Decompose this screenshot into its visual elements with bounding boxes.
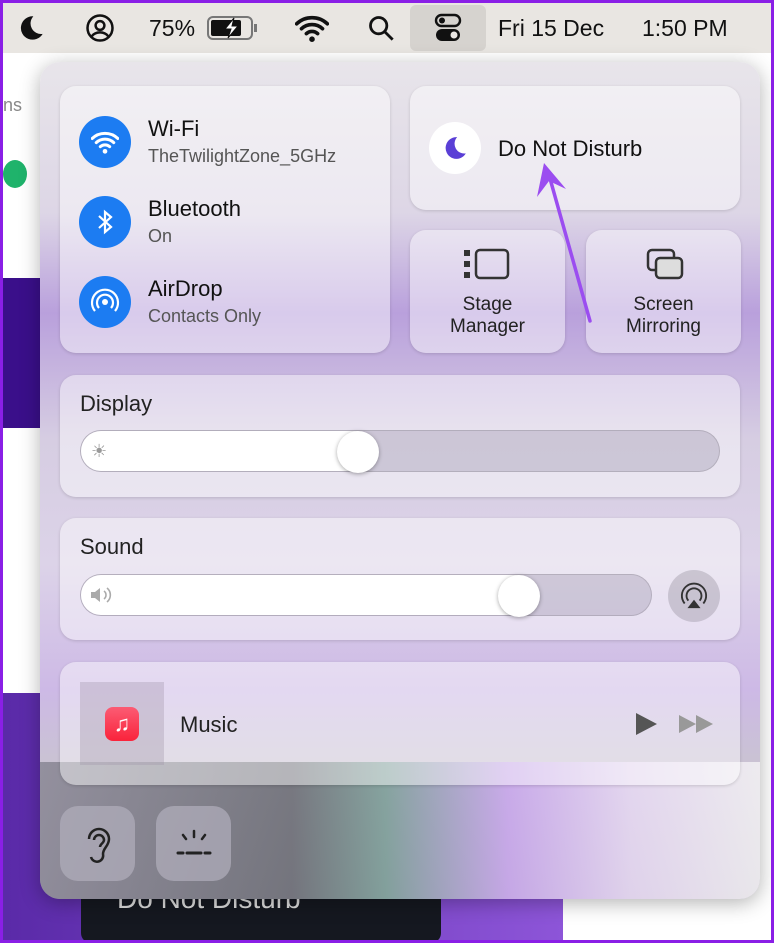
annotation-arrow — [537, 163, 592, 323]
screen: ns Do Not Disturb 75% Fri 15 Dec 1:50 PM… — [3, 3, 771, 940]
